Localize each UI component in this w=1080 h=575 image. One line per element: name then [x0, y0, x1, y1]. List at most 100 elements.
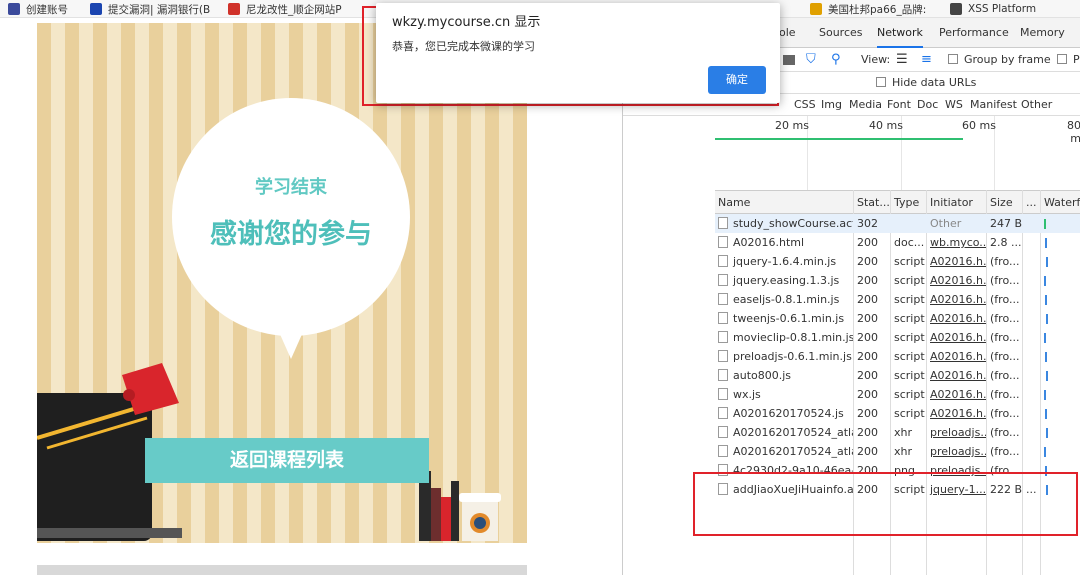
- request-name: A0201620170524.js: [733, 407, 844, 420]
- request-row[interactable]: A0201620170524_atla... 200 xhr preloadjs...…: [715, 442, 1080, 461]
- request-name-cell: jquery.easing.1.3.js: [715, 271, 853, 290]
- col-type[interactable]: Type: [891, 191, 926, 214]
- waterfall-bar: [1044, 390, 1046, 400]
- waterfall-bar: [1045, 352, 1047, 362]
- group-by-frame-checkbox[interactable]: Group by frame: [948, 48, 1051, 72]
- bookmark-dupont[interactable]: 美国杜邦pa66_品牌:: [810, 0, 926, 18]
- bookmark-xss-platform[interactable]: XSS Platform: [950, 0, 1036, 18]
- request-name-cell: A0201620170524.js: [715, 404, 853, 423]
- back-to-course-list-button[interactable]: 返回课程列表: [145, 438, 429, 483]
- col-size[interactable]: Size: [987, 191, 1022, 214]
- request-type-cell: script: [894, 369, 925, 382]
- request-size-cell: (fro...: [990, 274, 1020, 287]
- request-size-cell: (fro...: [990, 388, 1020, 401]
- request-initiator-cell[interactable]: A02016.h...: [927, 309, 986, 328]
- request-extra-cell: [1023, 423, 1040, 442]
- list-view-icon[interactable]: ☰: [896, 48, 908, 72]
- request-row[interactable]: jquery.easing.1.3.js 200 scriptA02016.h...…: [715, 271, 1080, 290]
- file-icon: [718, 388, 728, 400]
- hide-data-urls-checkbox[interactable]: Hide data URLs: [876, 71, 976, 95]
- request-initiator-cell[interactable]: A02016.h...: [927, 347, 986, 366]
- request-size-cell: (fro...: [990, 255, 1020, 268]
- request-size-cell: (fro...: [990, 312, 1020, 325]
- type-filter-ws[interactable]: WS: [945, 94, 963, 116]
- col-name[interactable]: Name: [715, 191, 853, 214]
- request-row[interactable]: A0201620170524_atla... 200 xhr preloadjs...…: [715, 423, 1080, 442]
- bookmark-create-account[interactable]: 创建账号: [8, 0, 68, 18]
- request-status-cell: 302: [857, 217, 878, 230]
- request-extra-cell: [1023, 442, 1040, 461]
- col-time[interactable]: ...: [1023, 191, 1040, 214]
- request-row[interactable]: jquery-1.6.4.min.js 200 scriptA02016.h... (…: [715, 252, 1080, 271]
- request-initiator-cell[interactable]: wb.myco...: [927, 233, 986, 252]
- request-initiator-cell[interactable]: A02016.h...: [927, 252, 986, 271]
- request-row[interactable]: tweenjs-0.6.1.min.js 200 scriptA02016.h...…: [715, 309, 1080, 328]
- type-filter-font[interactable]: Font: [887, 94, 911, 116]
- request-initiator-cell[interactable]: A02016.h...: [927, 366, 986, 385]
- bookmark-vuln-bank[interactable]: 提交漏洞| 漏洞银行(B: [90, 0, 210, 18]
- camera-icon[interactable]: [783, 55, 795, 65]
- request-name-cell: A0201620170524_atla...: [715, 423, 853, 442]
- request-type-cell: xhr: [894, 426, 913, 439]
- type-filter-media[interactable]: Media: [849, 94, 882, 116]
- type-filter-img[interactable]: Img: [821, 94, 842, 116]
- request-initiator-cell[interactable]: A02016.h...: [927, 404, 986, 423]
- col-initiator[interactable]: Initiator: [927, 191, 986, 214]
- request-row[interactable]: auto800.js 200 scriptA02016.h... (fro...: [715, 366, 1080, 385]
- request-type-cell: script: [894, 293, 925, 306]
- request-initiator-cell[interactable]: preloadjs...: [927, 442, 986, 461]
- request-initiator-cell[interactable]: A02016.h...: [927, 290, 986, 309]
- filter-icon[interactable]: ⛉: [806, 48, 816, 72]
- search-icon[interactable]: ⚲: [831, 48, 841, 72]
- network-overview: 20 ms 40 ms 60 ms 80 m: [715, 116, 1080, 200]
- tab-memory[interactable]: Memory: [1020, 18, 1065, 48]
- request-row[interactable]: A02016.html 200 doc... wb.myco... 2.8 ...: [715, 233, 1080, 252]
- tab-performance[interactable]: Performance: [939, 18, 1009, 48]
- request-row[interactable]: study_showCourse.act... 302 Other 247 B: [715, 214, 1080, 233]
- request-initiator-cell[interactable]: preloadjs...: [927, 423, 986, 442]
- tab-console[interactable]: ole: [779, 18, 796, 48]
- cup-logo-inner: [474, 517, 486, 529]
- request-type-cell: script: [894, 331, 925, 344]
- checkbox-icon: [1057, 54, 1067, 64]
- waterfall-bar: [1044, 219, 1046, 229]
- file-icon: [718, 407, 728, 419]
- type-filter-css[interactable]: CSS: [794, 94, 816, 116]
- type-filter-manifest[interactable]: Manifest: [970, 94, 1017, 116]
- tab-network[interactable]: Network: [877, 18, 923, 48]
- preserve-log-checkbox[interactable]: Pr: [1057, 48, 1080, 72]
- alert-ok-button[interactable]: 确定: [708, 66, 766, 94]
- col-waterfall[interactable]: Waterfa: [1041, 191, 1080, 214]
- cup-lid: [459, 493, 501, 502]
- request-name: jquery-1.6.4.min.js: [733, 255, 837, 268]
- request-row[interactable]: preloadjs-0.6.1.min.js 200 scriptA02016.h.…: [715, 347, 1080, 366]
- checkbox-icon: [876, 77, 886, 87]
- checkbox-icon: [948, 54, 958, 64]
- tab-sources[interactable]: Sources: [819, 18, 863, 48]
- request-name: easeljs-0.8.1.min.js: [733, 293, 840, 306]
- type-filter-other[interactable]: Other: [1021, 94, 1052, 116]
- request-row[interactable]: easeljs-0.8.1.min.js 200 scriptA02016.h...…: [715, 290, 1080, 309]
- request-row[interactable]: wx.js 200 scriptA02016.h... (fro...: [715, 385, 1080, 404]
- bookmark-icon: [228, 3, 240, 15]
- file-icon: [718, 331, 728, 343]
- request-size-cell: 2.8 ...: [990, 236, 1022, 249]
- bookmark-nylon[interactable]: 尼龙改性_顺企网站P: [228, 0, 342, 18]
- request-extra-cell: [1023, 309, 1040, 328]
- request-initiator-cell[interactable]: A02016.h...: [927, 271, 986, 290]
- request-type-cell: [891, 214, 926, 233]
- col-status[interactable]: Stat...: [854, 191, 890, 214]
- waterfall-view-icon[interactable]: ≡: [921, 48, 932, 72]
- request-size-cell: (fro...: [990, 293, 1020, 306]
- request-highlight-box: [693, 472, 1078, 536]
- request-initiator-cell[interactable]: A02016.h...: [927, 328, 986, 347]
- type-filter-doc[interactable]: Doc: [917, 94, 938, 116]
- request-row[interactable]: A0201620170524.js 200 scriptA02016.h... (fr…: [715, 404, 1080, 423]
- request-initiator-cell[interactable]: A02016.h...: [927, 385, 986, 404]
- waterfall-bar: [1046, 314, 1048, 324]
- timeline-label: 60 ms: [962, 119, 996, 132]
- waterfall-bar: [1044, 333, 1046, 343]
- request-row[interactable]: movieclip-0.8.1.min.js 200 scriptA02016.h.…: [715, 328, 1080, 347]
- request-name-cell: wx.js: [715, 385, 853, 404]
- preserve-log-label: Pr: [1073, 53, 1080, 66]
